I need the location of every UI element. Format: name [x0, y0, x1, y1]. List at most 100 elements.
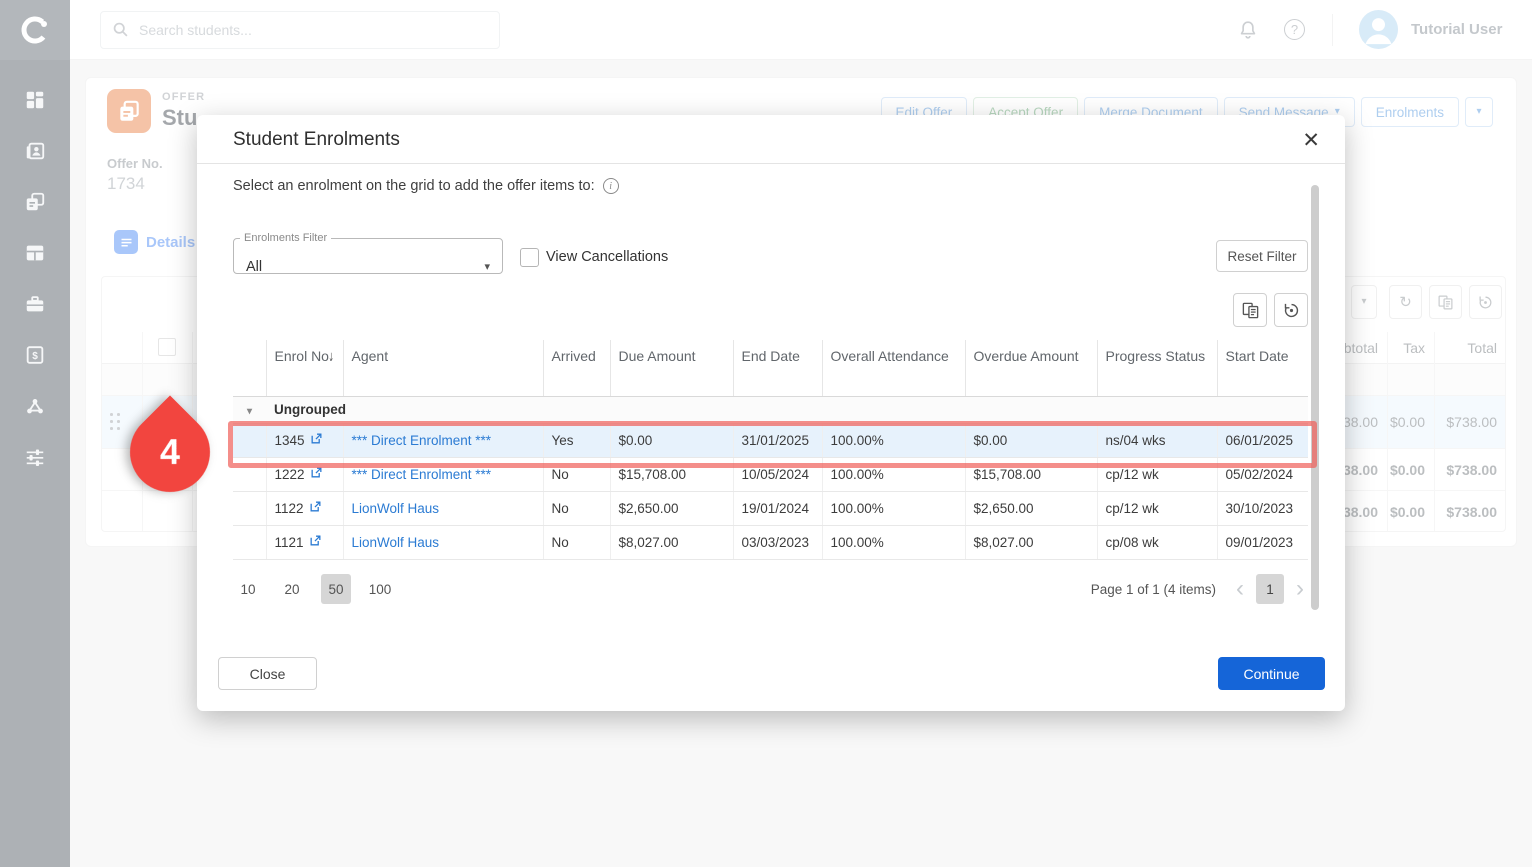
col-enrol-no[interactable]: Enrol No.↓	[266, 340, 343, 396]
col-end-date[interactable]: End Date	[733, 340, 822, 396]
chevron-right-icon[interactable]: ›	[1294, 577, 1306, 601]
table-row-1122[interactable]: 1122 LionWolf Haus No $2,650.00 19/01/20…	[233, 491, 1308, 525]
col-overdue-amount[interactable]: Overdue Amount	[965, 340, 1097, 396]
sidebar-item-students[interactable]	[23, 139, 47, 163]
cell-progress-status: cp/12 wk	[1097, 491, 1217, 525]
sidebar-item-agents[interactable]	[23, 292, 47, 316]
dialog-scrollbar[interactable]	[1311, 185, 1319, 610]
table-header-row: Enrol No.↓ Agent Arrived Due Amount End …	[233, 340, 1308, 396]
info-icon[interactable]: i	[603, 178, 619, 194]
cell-end-date: 19/01/2024	[733, 491, 822, 525]
restore-layout-button[interactable]	[1274, 293, 1308, 327]
app-screen: $ ? Tutorial User	[0, 0, 1532, 867]
sidebar-item-finance[interactable]: $	[23, 343, 47, 367]
col-arrived[interactable]: Arrived	[543, 340, 610, 396]
group-label: Ungrouped	[266, 396, 1308, 423]
cell-overdue-amount: $0.00	[965, 423, 1097, 457]
external-link-icon[interactable]	[310, 466, 323, 482]
cell-due-amount: $8,027.00	[610, 525, 733, 559]
cell-overall-attendance: 100.00%	[822, 423, 965, 457]
offer-no-value: 1734	[107, 174, 145, 194]
more-actions-button[interactable]: ▾	[1465, 97, 1493, 127]
page-number-button[interactable]: 1	[1256, 574, 1284, 604]
collapse-icon[interactable]: ▾	[247, 406, 252, 417]
table-row-1222[interactable]: 1222 *** Direct Enrolment *** No $15,708…	[233, 457, 1308, 491]
grid-dropdown-button[interactable]: ▾	[1351, 285, 1377, 319]
agent-link[interactable]: *** Direct Enrolment ***	[352, 433, 492, 448]
external-link-icon[interactable]	[309, 534, 322, 550]
cell-overall-attendance: 100.00%	[822, 457, 965, 491]
person-icon	[1359, 10, 1398, 49]
notifications-button[interactable]	[1237, 19, 1259, 41]
page-size-100[interactable]: 100	[365, 574, 395, 604]
grid-divider	[1387, 332, 1388, 531]
col-start-date[interactable]: Start Date	[1217, 340, 1308, 396]
cell-overdue-amount: $2,650.00	[965, 491, 1097, 525]
column-chooser-button[interactable]	[1233, 293, 1267, 327]
view-cancellations-checkbox[interactable]	[520, 248, 539, 267]
grid-restore-layout-button[interactable]	[1469, 285, 1502, 319]
layout-icon	[24, 242, 46, 264]
details-icon	[114, 230, 138, 254]
enrol-no-value: 1122	[275, 501, 304, 516]
chevron-left-icon[interactable]: ‹	[1234, 577, 1246, 601]
col-agent[interactable]: Agent	[343, 340, 543, 396]
continue-button[interactable]: Continue	[1218, 657, 1325, 690]
sidebar-item-dashboard[interactable]	[23, 88, 47, 112]
agent-link[interactable]: *** Direct Enrolment ***	[352, 467, 492, 482]
logo-icon	[17, 12, 53, 48]
enrolments-button[interactable]: Enrolments	[1361, 97, 1459, 127]
enrolments-filter-label: Enrolments Filter	[240, 232, 331, 244]
col-due-amount[interactable]: Due Amount	[610, 340, 733, 396]
col-progress-status[interactable]: Progress Status	[1097, 340, 1217, 396]
cell-due-amount: $0.00	[610, 423, 733, 457]
user-name: Tutorial User	[1411, 21, 1502, 38]
topbar: ? Tutorial User	[70, 0, 1532, 60]
offer-no-label: Offer No.	[107, 156, 163, 171]
page-size-10[interactable]: 10	[233, 574, 263, 604]
page-size-20[interactable]: 20	[277, 574, 307, 604]
drag-handle-icon[interactable]	[110, 413, 121, 431]
dashboard-icon	[24, 89, 46, 111]
table-row-1121[interactable]: 1121 LionWolf Haus No $8,027.00 03/03/20…	[233, 525, 1308, 559]
external-link-icon[interactable]	[309, 500, 322, 516]
cell-due-amount: $2,650.00	[610, 491, 733, 525]
agent-link[interactable]: LionWolf Haus	[352, 501, 440, 516]
cell-start-date: 06/01/2025	[1217, 423, 1308, 457]
enrol-no-value: 1345	[275, 433, 305, 448]
cell-arrived: No	[543, 491, 610, 525]
topbar-divider	[1332, 14, 1333, 46]
column-chooser-icon	[1437, 294, 1454, 311]
col-overall-attendance[interactable]: Overall Attendance	[822, 340, 965, 396]
cell-progress-status: cp/08 wk	[1097, 525, 1217, 559]
sidebar: $	[0, 0, 70, 867]
cell-end-date: 31/01/2025	[733, 423, 822, 457]
cell-progress-status: ns/04 wks	[1097, 423, 1217, 457]
cell-overall-attendance: 100.00%	[822, 491, 965, 525]
agent-link[interactable]: LionWolf Haus	[352, 535, 440, 550]
sidebar-item-settings[interactable]	[23, 445, 47, 469]
group-row-ungrouped[interactable]: ▾ Ungrouped	[233, 396, 1308, 423]
app-logo[interactable]	[0, 0, 70, 60]
select-all-checkbox[interactable]	[158, 338, 176, 356]
search-input[interactable]	[100, 11, 500, 49]
tab-details[interactable]: Details	[114, 230, 195, 254]
sidebar-item-pathways[interactable]	[23, 394, 47, 418]
grid-refresh-button[interactable]: ↻	[1389, 285, 1422, 319]
reset-filter-button[interactable]: Reset Filter	[1216, 240, 1308, 272]
sidebar-item-offers[interactable]	[23, 190, 47, 214]
table-row-1345[interactable]: 1345 *** Direct Enrolment *** Yes $0.00 …	[233, 423, 1308, 457]
cell-tax: $0.00	[1390, 414, 1425, 430]
cell-overall-attendance: 100.00%	[822, 525, 965, 559]
page-size-50[interactable]: 50	[321, 574, 351, 604]
close-icon[interactable]: ✕	[1298, 126, 1324, 155]
user-avatar[interactable]	[1359, 10, 1398, 49]
close-button[interactable]: Close	[218, 657, 317, 690]
enrolments-filter-select[interactable]: Enrolments Filter All ▾	[233, 232, 503, 274]
help-button[interactable]: ?	[1284, 19, 1306, 41]
chevron-down-icon: ▾	[1476, 107, 1481, 117]
sliders-icon	[24, 446, 46, 468]
external-link-icon[interactable]	[310, 432, 323, 448]
sidebar-item-classes[interactable]	[23, 241, 47, 265]
grid-column-chooser-button[interactable]	[1429, 285, 1462, 319]
